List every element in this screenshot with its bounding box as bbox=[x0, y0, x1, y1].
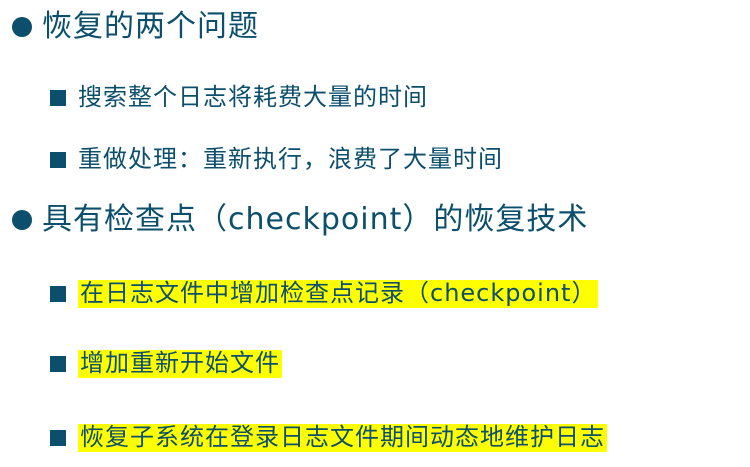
bullet-item: 具有检查点（checkpoint）的恢复技术 bbox=[12, 202, 589, 238]
square-bullet-icon bbox=[50, 285, 66, 302]
sub-bullet-item: 恢复子系统在登录日志文件期间动态地维护日志 bbox=[50, 423, 607, 452]
highlighted-sub-bullet-text: 恢复子系统在登录日志文件期间动态地维护日志 bbox=[78, 423, 607, 452]
square-bullet-icon bbox=[50, 151, 66, 168]
sub-bullet-item: 增加重新开始文件 bbox=[50, 349, 282, 378]
circle-bullet-icon bbox=[12, 210, 32, 231]
sub-bullet-item: 搜索整个日志将耗费大量的时间 bbox=[50, 83, 428, 112]
slide: 恢复的两个问题 搜索整个日志将耗费大量的时间 重做处理：重新执行，浪费了大量时间… bbox=[0, 0, 750, 467]
highlighted-sub-bullet-text: 增加重新开始文件 bbox=[78, 349, 282, 378]
square-bullet-icon bbox=[50, 429, 66, 446]
bullet-text: 恢复的两个问题 bbox=[42, 9, 259, 44]
circle-bullet-icon bbox=[12, 17, 32, 38]
highlighted-sub-bullet-text: 在日志文件中增加检查点记录（checkpoint） bbox=[78, 279, 599, 308]
bullet-text: 具有检查点（checkpoint）的恢复技术 bbox=[42, 202, 589, 237]
square-bullet-icon bbox=[50, 355, 66, 372]
bullet-item: 恢复的两个问题 bbox=[12, 9, 259, 45]
sub-bullet-text: 重做处理：重新执行，浪费了大量时间 bbox=[78, 145, 503, 173]
sub-bullet-item: 重做处理：重新执行，浪费了大量时间 bbox=[50, 145, 503, 174]
sub-bullet-item: 在日志文件中增加检查点记录（checkpoint） bbox=[50, 279, 599, 308]
sub-bullet-text: 搜索整个日志将耗费大量的时间 bbox=[78, 83, 428, 111]
square-bullet-icon bbox=[50, 89, 66, 106]
